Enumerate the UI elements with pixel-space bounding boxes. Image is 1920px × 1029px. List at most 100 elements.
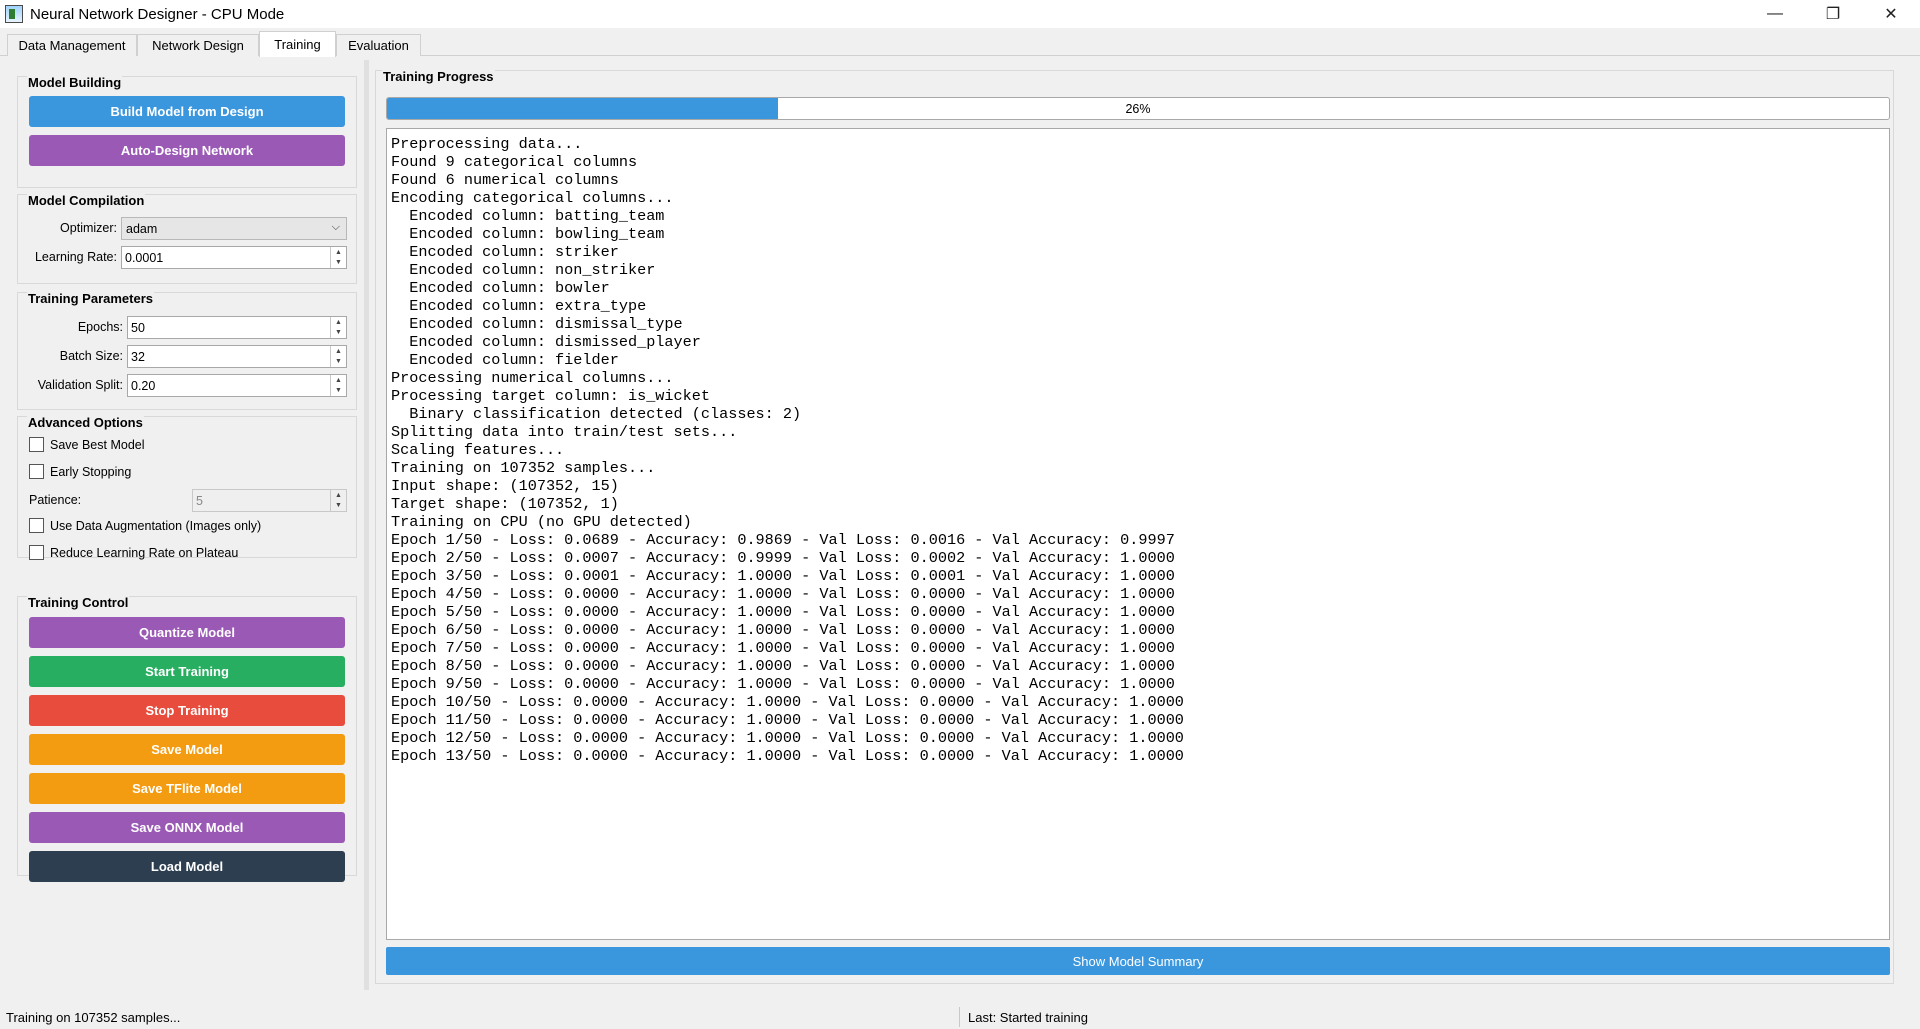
log-line: Encoded column: bowling_team xyxy=(391,225,665,243)
stop-training-button[interactable]: Stop Training xyxy=(29,695,345,726)
log-line: Epoch 10/50 - Loss: 0.0000 - Accuracy: 1… xyxy=(391,693,1184,711)
model-compilation-group: Model Compilation Optimizer: adam ⌵ Lear… xyxy=(17,193,357,284)
title-bar: Neural Network Designer - CPU Mode — ❐ ✕ xyxy=(0,0,1920,28)
model-building-title: Model Building xyxy=(27,75,123,90)
log-line: Found 6 numerical columns xyxy=(391,171,619,189)
quantize-model-button[interactable]: Quantize Model xyxy=(29,617,345,648)
early-stopping-checkbox[interactable]: Early Stopping xyxy=(29,464,131,479)
spin-up-icon[interactable]: ▲ xyxy=(331,346,346,357)
optimizer-select[interactable]: adam ⌵ xyxy=(121,217,347,240)
log-line: Training on CPU (no GPU detected) xyxy=(391,513,692,531)
tab-data-management[interactable]: Data Management xyxy=(7,34,137,56)
training-progress-title: Training Progress xyxy=(382,69,495,84)
spin-up-icon[interactable]: ▲ xyxy=(331,490,346,501)
patience-input[interactable]: 5 ▲ ▼ xyxy=(192,489,347,512)
training-control-title: Training Control xyxy=(27,595,130,610)
spin-up-icon[interactable]: ▲ xyxy=(331,247,346,258)
training-parameters-group: Training Parameters Epochs: 50 ▲ ▼ Batch … xyxy=(17,291,357,410)
panel-splitter[interactable] xyxy=(364,60,369,990)
checkbox-box[interactable] xyxy=(29,545,44,560)
log-line: Encoded column: non_striker xyxy=(391,261,656,279)
validation-split-spinner[interactable]: ▲ ▼ xyxy=(330,375,346,396)
left-panel: Model Building Build Model from Design A… xyxy=(10,60,360,990)
checkbox-box[interactable] xyxy=(29,518,44,533)
training-log[interactable]: Preprocessing data... Found 9 categorical… xyxy=(386,128,1890,940)
load-model-button[interactable]: Load Model xyxy=(29,851,345,882)
log-line: Encoded column: extra_type xyxy=(391,297,647,315)
tab-training[interactable]: Training xyxy=(259,31,336,57)
batch-size-spinner[interactable]: ▲ ▼ xyxy=(330,346,346,367)
learning-rate-spinner[interactable]: ▲ ▼ xyxy=(330,247,346,268)
log-line: Binary classification detected (classes:… xyxy=(391,405,802,423)
validation-split-label: Validation Split: xyxy=(37,378,123,392)
start-training-button[interactable]: Start Training xyxy=(29,656,345,687)
status-bar: Training on 107352 samples... Last: Star… xyxy=(0,1006,1920,1029)
checkbox-box[interactable] xyxy=(29,464,44,479)
log-line: Epoch 7/50 - Loss: 0.0000 - Accuracy: 1.… xyxy=(391,639,1175,657)
spin-down-icon[interactable]: ▼ xyxy=(331,258,346,269)
log-line: Scaling features... xyxy=(391,441,565,459)
log-line: Found 9 categorical columns xyxy=(391,153,638,171)
chevron-down-icon: ⌵ xyxy=(331,221,340,233)
log-line: Epoch 6/50 - Loss: 0.0000 - Accuracy: 1.… xyxy=(391,621,1175,639)
close-button[interactable]: ✕ xyxy=(1862,0,1920,28)
log-line: Encoded column: dismissed_player xyxy=(391,333,701,351)
log-line: Epoch 1/50 - Loss: 0.0689 - Accuracy: 0.… xyxy=(391,531,1175,549)
show-model-summary-button[interactable]: Show Model Summary xyxy=(386,947,1890,975)
data-augmentation-label: Use Data Augmentation (Images only) xyxy=(50,518,262,533)
training-parameters-title: Training Parameters xyxy=(27,291,154,306)
epochs-value: 50 xyxy=(131,320,145,335)
log-line: Target shape: (107352, 1) xyxy=(391,495,619,513)
log-line: Epoch 4/50 - Loss: 0.0000 - Accuracy: 1.… xyxy=(391,585,1175,603)
optimizer-label: Optimizer: xyxy=(60,221,117,235)
build-model-button[interactable]: Build Model from Design xyxy=(29,96,345,127)
training-progress-panel: Training Progress 26% Preprocessing data… xyxy=(375,69,1894,984)
model-compilation-title: Model Compilation xyxy=(27,193,146,208)
epochs-label: Epochs: xyxy=(77,320,123,334)
log-line: Epoch 11/50 - Loss: 0.0000 - Accuracy: 1… xyxy=(391,711,1184,729)
data-augmentation-checkbox[interactable]: Use Data Augmentation (Images only) xyxy=(29,518,261,533)
epochs-spinner[interactable]: ▲ ▼ xyxy=(330,317,346,338)
log-line: Preprocessing data... xyxy=(391,135,583,153)
validation-split-input[interactable]: 0.20 ▲ ▼ xyxy=(127,374,347,397)
log-line: Epoch 5/50 - Loss: 0.0000 - Accuracy: 1.… xyxy=(391,603,1175,621)
advanced-options-group: Advanced Options Save Best Model Early S… xyxy=(17,415,357,560)
spin-down-icon[interactable]: ▼ xyxy=(331,357,346,368)
spin-up-icon[interactable]: ▲ xyxy=(331,375,346,386)
spin-down-icon[interactable]: ▼ xyxy=(331,386,346,397)
log-line: Encoded column: batting_team xyxy=(391,207,665,225)
tab-evaluation[interactable]: Evaluation xyxy=(336,34,421,56)
log-line: Epoch 9/50 - Loss: 0.0000 - Accuracy: 1.… xyxy=(391,675,1175,693)
progress-text: 26% xyxy=(1125,101,1151,116)
save-tflite-button[interactable]: Save TFlite Model xyxy=(29,773,345,804)
tab-network-design[interactable]: Network Design xyxy=(137,34,259,56)
model-building-group: Model Building Build Model from Design A… xyxy=(17,75,357,188)
maximize-button[interactable]: ❐ xyxy=(1804,0,1862,28)
learning-rate-label: Learning Rate: xyxy=(34,250,117,264)
learning-rate-value: 0.0001 xyxy=(125,250,164,265)
save-best-model-checkbox[interactable]: Save Best Model xyxy=(29,437,145,452)
tab-bar: Data Management Network Design Training … xyxy=(0,28,1920,57)
status-message: Training on 107352 samples... xyxy=(6,1010,181,1025)
patience-spinner[interactable]: ▲ ▼ xyxy=(330,490,346,511)
status-last-action: Last: Started training xyxy=(968,1010,1088,1025)
batch-size-input[interactable]: 32 ▲ ▼ xyxy=(127,345,347,368)
save-model-button[interactable]: Save Model xyxy=(29,734,345,765)
app-icon xyxy=(5,5,23,23)
spin-down-icon[interactable]: ▼ xyxy=(331,501,346,512)
log-line: Encoded column: bowler xyxy=(391,279,610,297)
spin-up-icon[interactable]: ▲ xyxy=(331,317,346,328)
auto-design-button[interactable]: Auto-Design Network xyxy=(29,135,345,166)
minimize-button[interactable]: — xyxy=(1746,0,1804,28)
learning-rate-input[interactable]: 0.0001 ▲ ▼ xyxy=(121,246,347,269)
spin-down-icon[interactable]: ▼ xyxy=(331,328,346,339)
log-line: Epoch 8/50 - Loss: 0.0000 - Accuracy: 1.… xyxy=(391,657,1175,675)
save-onnx-button[interactable]: Save ONNX Model xyxy=(29,812,345,843)
window-title: Neural Network Designer - CPU Mode xyxy=(30,5,285,23)
checkbox-box[interactable] xyxy=(29,437,44,452)
log-line: Training on 107352 samples... xyxy=(391,459,656,477)
log-line: Splitting data into train/test sets... xyxy=(391,423,738,441)
log-line: Processing numerical columns... xyxy=(391,369,674,387)
epochs-input[interactable]: 50 ▲ ▼ xyxy=(127,316,347,339)
reduce-lr-checkbox[interactable]: Reduce Learning Rate on Plateau xyxy=(29,545,238,560)
